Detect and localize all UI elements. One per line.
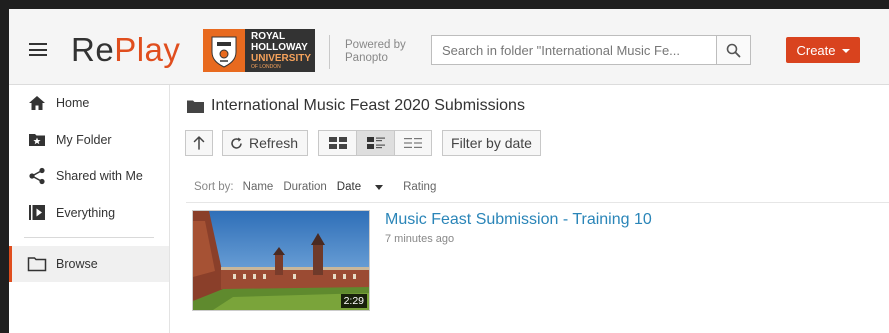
sidebar-item-label: Everything (56, 205, 116, 220)
logo-line-royal: ROYAL (251, 31, 286, 42)
sidebar-item-my-folder[interactable]: My Folder (9, 122, 169, 159)
star-folder-icon (27, 131, 47, 149)
detail-view-button[interactable] (356, 130, 395, 156)
search-box (431, 35, 751, 65)
sidebar-item-label: Browse (56, 257, 98, 271)
sidebar-item-everything[interactable]: Everything (9, 195, 169, 232)
top-header: RePlay ROYAL HOLLOWAY UNIVERSITY OF LOND… (9, 9, 889, 85)
logo-line-holloway: HOLLOWAY (251, 42, 308, 53)
powered-by-panopto: Powered by Panopto (345, 39, 406, 65)
view-mode-group (318, 130, 433, 156)
folder-breadcrumb: International Music Feast 2020 Submissio… (186, 97, 525, 115)
caret-down-icon (841, 48, 850, 53)
folder-icon (186, 99, 205, 114)
share-icon (27, 167, 47, 185)
brand-play: Play (114, 31, 181, 68)
sort-bar: Sort by: Name Duration Date Rating (194, 181, 446, 193)
sidebar-item-shared[interactable]: Shared with Me (9, 158, 169, 195)
sidebar-divider (24, 237, 154, 238)
session-item: 2:29 Music Feast Submission - Training 1… (192, 210, 652, 311)
refresh-label: Refresh (249, 135, 299, 151)
app-window: RePlay ROYAL HOLLOWAY UNIVERSITY OF LOND… (9, 9, 889, 333)
refresh-button[interactable]: Refresh (222, 130, 309, 156)
list-view-icon (404, 138, 423, 148)
university-logo: ROYAL HOLLOWAY UNIVERSITY OF LONDON (203, 29, 315, 72)
create-label: Create (796, 42, 836, 58)
sidebar-item-label: Shared with Me (56, 169, 143, 184)
create-button[interactable]: Create (786, 37, 860, 63)
sort-by-date[interactable]: Date (337, 181, 393, 193)
menu-icon[interactable] (29, 43, 47, 56)
crest-icon (203, 29, 245, 72)
grid-view-icon (328, 137, 347, 149)
panopto-text: Panopto (345, 52, 388, 64)
session-thumbnail[interactable]: 2:29 (192, 210, 370, 311)
folder-outline-icon (27, 255, 47, 273)
sort-descending-icon (375, 184, 384, 190)
arrow-up-icon (193, 136, 205, 150)
sidebar-item-browse[interactable]: Browse (9, 246, 169, 282)
play-library-icon (27, 204, 47, 222)
session-meta: Music Feast Submission - Training 10 7 m… (370, 210, 652, 311)
sidebar-item-home[interactable]: Home (9, 85, 169, 122)
thumbnail-view-button[interactable] (318, 130, 357, 156)
sort-by-rating[interactable]: Rating (403, 181, 436, 193)
logo-line-london: OF LONDON (251, 64, 281, 70)
powered-by-text: Powered by (345, 39, 406, 51)
search-button[interactable] (716, 36, 750, 64)
list-view-button[interactable] (394, 130, 433, 156)
search-input[interactable] (432, 36, 716, 64)
filter-label: Filter by date (451, 135, 532, 151)
detail-view-icon (366, 137, 385, 149)
home-icon (27, 94, 47, 112)
sort-by-name[interactable]: Name (243, 181, 274, 193)
sidebar-item-label: My Folder (56, 132, 112, 147)
replay-logo[interactable]: RePlay (71, 30, 180, 70)
header-divider (329, 35, 330, 69)
sort-divider (186, 202, 889, 203)
sidebar: Home My Folder Shared with Me Everything (9, 85, 170, 333)
sort-by-duration[interactable]: Duration (283, 181, 326, 193)
sort-date-label: Date (336, 181, 362, 193)
sort-label: Sort by: (194, 181, 234, 193)
toolbar: Refresh Filter by date (185, 130, 541, 156)
main-content: International Music Feast 2020 Submissio… (170, 85, 889, 333)
brand-re: Re (71, 31, 115, 68)
filter-by-date-button[interactable]: Filter by date (442, 130, 541, 156)
logo-wordmark: ROYAL HOLLOWAY UNIVERSITY OF LONDON (245, 31, 311, 70)
sidebar-item-label: Home (56, 96, 90, 111)
page-title: International Music Feast 2020 Submissio… (211, 97, 525, 114)
refresh-icon (231, 137, 242, 149)
duration-badge: 2:29 (340, 294, 367, 308)
session-title-link[interactable]: Music Feast Submission - Training 10 (385, 210, 652, 230)
logo-line-university: UNIVERSITY (251, 53, 312, 64)
session-timestamp: 7 minutes ago (385, 233, 455, 245)
search-icon (726, 43, 741, 57)
up-folder-button[interactable] (185, 130, 213, 156)
